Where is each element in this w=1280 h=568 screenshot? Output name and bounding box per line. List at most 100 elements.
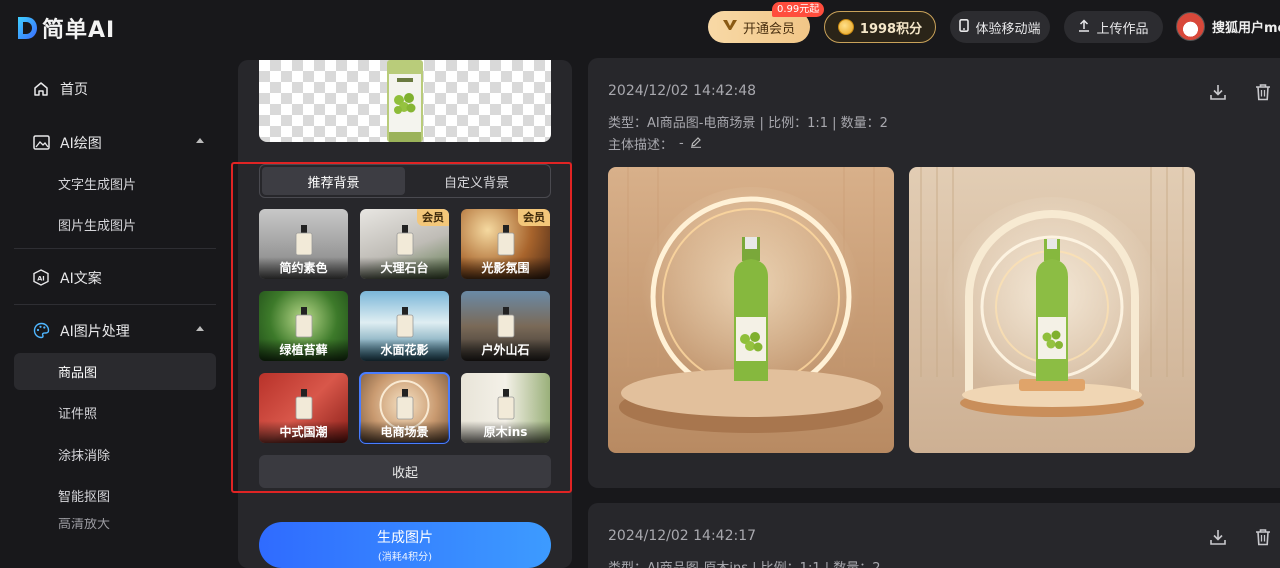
svg-text:AI: AI (37, 275, 44, 283)
perfume-bottle-icon (496, 225, 516, 257)
home-icon (32, 80, 50, 98)
vip-tag: 会员 (417, 209, 449, 226)
tab-recommended-background[interactable]: 推荐背景 (262, 167, 405, 195)
background-card-label: 光影氛围 (461, 257, 550, 279)
result-card: 2024/12/02 14:42:48 类型：AI商品图-电商场景 | 比例：1… (588, 58, 1280, 488)
background-card-label: 原木ins (461, 421, 550, 443)
sidebar-item-ai-draw[interactable]: AI绘图 (14, 124, 216, 161)
sidebar-item-image-to-image[interactable]: 图片生成图片 (14, 206, 216, 243)
sidebar-item-ai-copy[interactable]: AI AI文案 (14, 259, 216, 296)
avatar (1176, 12, 1205, 41)
result-card: 2024/12/02 14:42:17 类型：AI商品图-原木ins | 比例：… (588, 503, 1280, 568)
uploaded-product-preview (259, 60, 551, 142)
result-date: 2024/12/02 14:42:17 (608, 528, 757, 544)
brand-name: 简单AI (42, 18, 116, 43)
sidebar-divider (14, 248, 216, 249)
background-card-label: 中式国潮 (259, 421, 348, 443)
sidebar-item-label: AI绘图 (60, 135, 102, 152)
upload-label: 上传作品 (1096, 21, 1149, 37)
user-menu[interactable]: 搜狐用户mo (1176, 12, 1280, 41)
generated-image[interactable] (608, 167, 894, 453)
vip-price-badge: 0.99元起 (772, 2, 825, 17)
mobile-experience-button[interactable]: 体验移动端 (950, 11, 1050, 43)
vip-icon (722, 19, 737, 35)
background-card[interactable]: 户外山石 (461, 291, 550, 361)
perfume-bottle-icon (294, 389, 314, 421)
trash-icon[interactable] (1251, 525, 1275, 549)
description-value: - (679, 136, 684, 151)
background-card-selected[interactable]: 电商场景 (359, 372, 450, 444)
result-meta: 类型：AI商品图-原木ins | 比例：1:1 | 数量：2 (608, 557, 881, 568)
generated-scene-ring (608, 167, 894, 453)
vip-label: 开通会员 (742, 21, 795, 37)
generated-scene-arch (909, 167, 1195, 453)
trash-icon[interactable] (1251, 80, 1275, 104)
generated-image[interactable] (909, 167, 1195, 453)
background-card[interactable]: 会员 光影氛围 (461, 209, 550, 279)
logo[interactable]: 简单AI (16, 12, 115, 44)
description-label: 主体描述： (608, 138, 674, 153)
coin-icon (837, 19, 854, 35)
tab-custom-background[interactable]: 自定义背景 (405, 167, 548, 195)
points-button[interactable]: 1998积分 (824, 11, 936, 43)
sidebar-item-label: AI图片处理 (60, 323, 130, 340)
download-icon[interactable] (1206, 525, 1230, 549)
upload-icon (1078, 18, 1090, 36)
top-bar: 简单AI 开通会员 0.99元起 1998积分 体验移动端 上传作品 搜狐用户m… (0, 0, 1280, 52)
generate-label: 生成图片 (377, 530, 433, 546)
background-card[interactable]: 会员 大理石台 (360, 209, 449, 279)
mobile-label: 体验移动端 (975, 21, 1041, 37)
background-card[interactable]: 中式国潮 (259, 373, 348, 443)
sidebar-item-label: AI文案 (60, 270, 102, 287)
sidebar-item-label: 首页 (60, 81, 88, 98)
perfume-bottle-icon (294, 307, 314, 339)
perfume-bottle-icon (395, 307, 415, 339)
ai-icon: AI (32, 269, 50, 287)
result-description: 主体描述： - (608, 134, 702, 153)
background-card-label: 大理石台 (360, 257, 449, 279)
upload-work-button[interactable]: 上传作品 (1064, 11, 1163, 43)
result-meta: 类型：AI商品图-电商场景 | 比例：1:1 | 数量：2 (608, 116, 888, 131)
background-card-label: 电商场景 (360, 421, 449, 443)
sidebar-item-erase[interactable]: 涂抹消除 (14, 436, 216, 473)
collapse-button[interactable]: 收起 (259, 455, 551, 488)
sidebar-item-product-image[interactable]: 商品图 (14, 353, 216, 390)
image-icon (32, 134, 50, 152)
background-card[interactable]: 绿植苔藓 (259, 291, 348, 361)
edit-icon[interactable] (690, 136, 702, 152)
settings-panel: 推荐背景 自定义背景 简约素色 会员 大理石台 会员 光影氛围 绿植苔藓 水面花… (238, 60, 572, 568)
sidebar-item-text-to-image[interactable]: 文字生成图片 (14, 165, 216, 202)
sidebar-item-smart-cutout[interactable]: 智能抠图 (14, 477, 216, 514)
background-card[interactable]: 原木ins (461, 373, 550, 443)
background-card[interactable]: 水面花影 (360, 291, 449, 361)
vip-tag: 会员 (518, 209, 550, 226)
points-label: 1998积分 (859, 21, 923, 37)
palette-icon (32, 322, 50, 340)
perfume-bottle-icon (395, 225, 415, 257)
background-tabs: 推荐背景 自定义背景 (259, 164, 551, 198)
background-card[interactable]: 简约素色 (259, 209, 348, 279)
sidebar-item-id-photo[interactable]: 证件照 (14, 394, 216, 431)
chevron-up-icon (196, 138, 204, 143)
generate-image-button[interactable]: 生成图片 (消耗4积分) (259, 522, 551, 568)
sidebar-item-partial[interactable]: 高清放大 (14, 518, 216, 532)
background-card-label: 简约素色 (259, 257, 348, 279)
sidebar: 首页 AI绘图 文字生成图片 图片生成图片 AI AI文案 AI图片处理 商品图… (0, 60, 230, 568)
sidebar-item-home[interactable]: 首页 (14, 70, 216, 107)
mobile-icon (959, 18, 970, 36)
perfume-bottle-icon (395, 389, 415, 421)
sidebar-item-ai-image-processing[interactable]: AI图片处理 (14, 312, 216, 349)
download-icon[interactable] (1206, 80, 1230, 104)
chevron-up-icon (196, 326, 204, 331)
result-date: 2024/12/02 14:42:48 (608, 83, 757, 99)
user-name: 搜狐用户mo (1212, 21, 1280, 36)
generate-cost: (消耗4积分) (377, 552, 433, 563)
perfume-bottle-icon (496, 389, 516, 421)
background-card-label: 户外山石 (461, 339, 550, 361)
perfume-bottle-icon (294, 225, 314, 257)
logo-d-icon (16, 15, 38, 41)
background-card-label: 水面花影 (360, 339, 449, 361)
preview-bottle-image (387, 60, 423, 142)
sidebar-divider (14, 304, 216, 305)
background-card-label: 绿植苔藓 (259, 339, 348, 361)
